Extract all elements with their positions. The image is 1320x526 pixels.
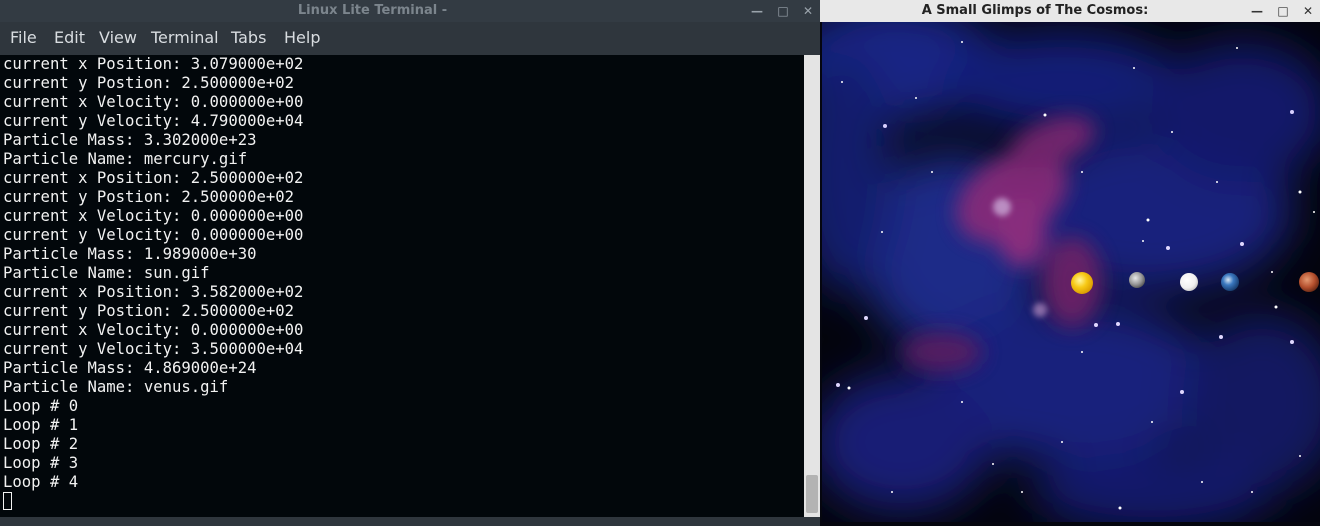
terminal-titlebar[interactable]: Linux Lite Terminal - — □ ✕: [0, 0, 820, 22]
terminal-line: Loop # 3: [3, 454, 79, 472]
terminal-cursor: [3, 492, 12, 510]
terminal-line: current y Postion: 2.500000e+02: [3, 188, 295, 206]
close-button[interactable]: ✕: [1297, 0, 1319, 22]
minimize-button[interactable]: —: [746, 0, 768, 22]
scrollbar-thumb[interactable]: [806, 475, 818, 513]
terminal-line: Particle Mass: 4.869000e+24: [3, 359, 257, 377]
cosmos-window[interactable]: A Small Glimps of The Cosmos: — □ ✕: [820, 0, 1320, 526]
terminal-line: current x Position: 3.079000e+02: [3, 55, 304, 73]
terminal-line: current x Velocity: 0.000000e+00: [3, 321, 304, 339]
mars-planet: [1299, 272, 1319, 292]
terminal-window[interactable]: Linux Lite Terminal - — □ ✕ File Edit Vi…: [0, 0, 820, 526]
terminal-title: Linux Lite Terminal -: [297, 3, 448, 18]
menu-terminal[interactable]: Terminal: [151, 22, 219, 53]
terminal-line: Loop # 2: [3, 435, 79, 453]
terminal-line: current y Postion: 2.500000e+02: [3, 74, 295, 92]
terminal-line: Particle Mass: 3.302000e+23: [3, 131, 257, 149]
menu-edit[interactable]: Edit: [54, 22, 85, 53]
cosmos-title: A Small Glimps of The Cosmos:: [921, 3, 1149, 18]
mercury-planet: [1129, 272, 1145, 288]
menu-tabs[interactable]: Tabs: [231, 22, 266, 53]
menu-file[interactable]: File: [10, 22, 37, 53]
terminal-bottom-frame: [0, 517, 820, 526]
terminal-line: Particle Mass: 1.989000e+30: [3, 245, 257, 263]
terminal-line: Particle Name: mercury.gif: [3, 150, 248, 168]
maximize-button[interactable]: □: [772, 0, 794, 22]
terminal-line: current y Velocity: 3.500000e+04: [3, 340, 304, 358]
terminal-line: current x Position: 3.582000e+02: [3, 283, 304, 301]
menu-view[interactable]: View: [99, 22, 137, 53]
terminal-line: current x Position: 2.500000e+02: [3, 169, 304, 187]
terminal-output[interactable]: current x Position: 3.079000e+02 current …: [0, 55, 804, 517]
terminal-line: Loop # 4: [3, 473, 79, 491]
terminal-line: current y Velocity: 4.790000e+04: [3, 112, 304, 130]
space-scene: [822, 22, 1320, 522]
sun-planet: [1071, 272, 1093, 294]
maximize-button[interactable]: □: [1272, 0, 1294, 22]
menu-help[interactable]: Help: [284, 22, 320, 53]
terminal-line: current y Velocity: 0.000000e+00: [3, 226, 304, 244]
terminal-line: Particle Name: sun.gif: [3, 264, 210, 282]
cosmos-titlebar[interactable]: A Small Glimps of The Cosmos: — □ ✕: [820, 0, 1320, 22]
terminal-line: current x Velocity: 0.000000e+00: [3, 207, 304, 225]
terminal-line: current x Velocity: 0.000000e+00: [3, 93, 304, 111]
terminal-menubar: File Edit View Terminal Tabs Help: [0, 22, 820, 55]
terminal-line: Loop # 1: [3, 416, 79, 434]
earth-planet: [1221, 273, 1239, 291]
terminal-line: Loop # 0: [3, 397, 79, 415]
terminal-scrollbar[interactable]: [804, 55, 820, 517]
terminal-line: current y Postion: 2.500000e+02: [3, 302, 295, 320]
minimize-button[interactable]: —: [1246, 0, 1268, 22]
terminal-line: Particle Name: venus.gif: [3, 378, 229, 396]
close-button[interactable]: ✕: [797, 0, 819, 22]
terminal-text: current x Position: 3.079000e+02 current …: [3, 55, 303, 492]
space-canvas: [822, 22, 1320, 522]
venus-planet: [1180, 273, 1198, 291]
